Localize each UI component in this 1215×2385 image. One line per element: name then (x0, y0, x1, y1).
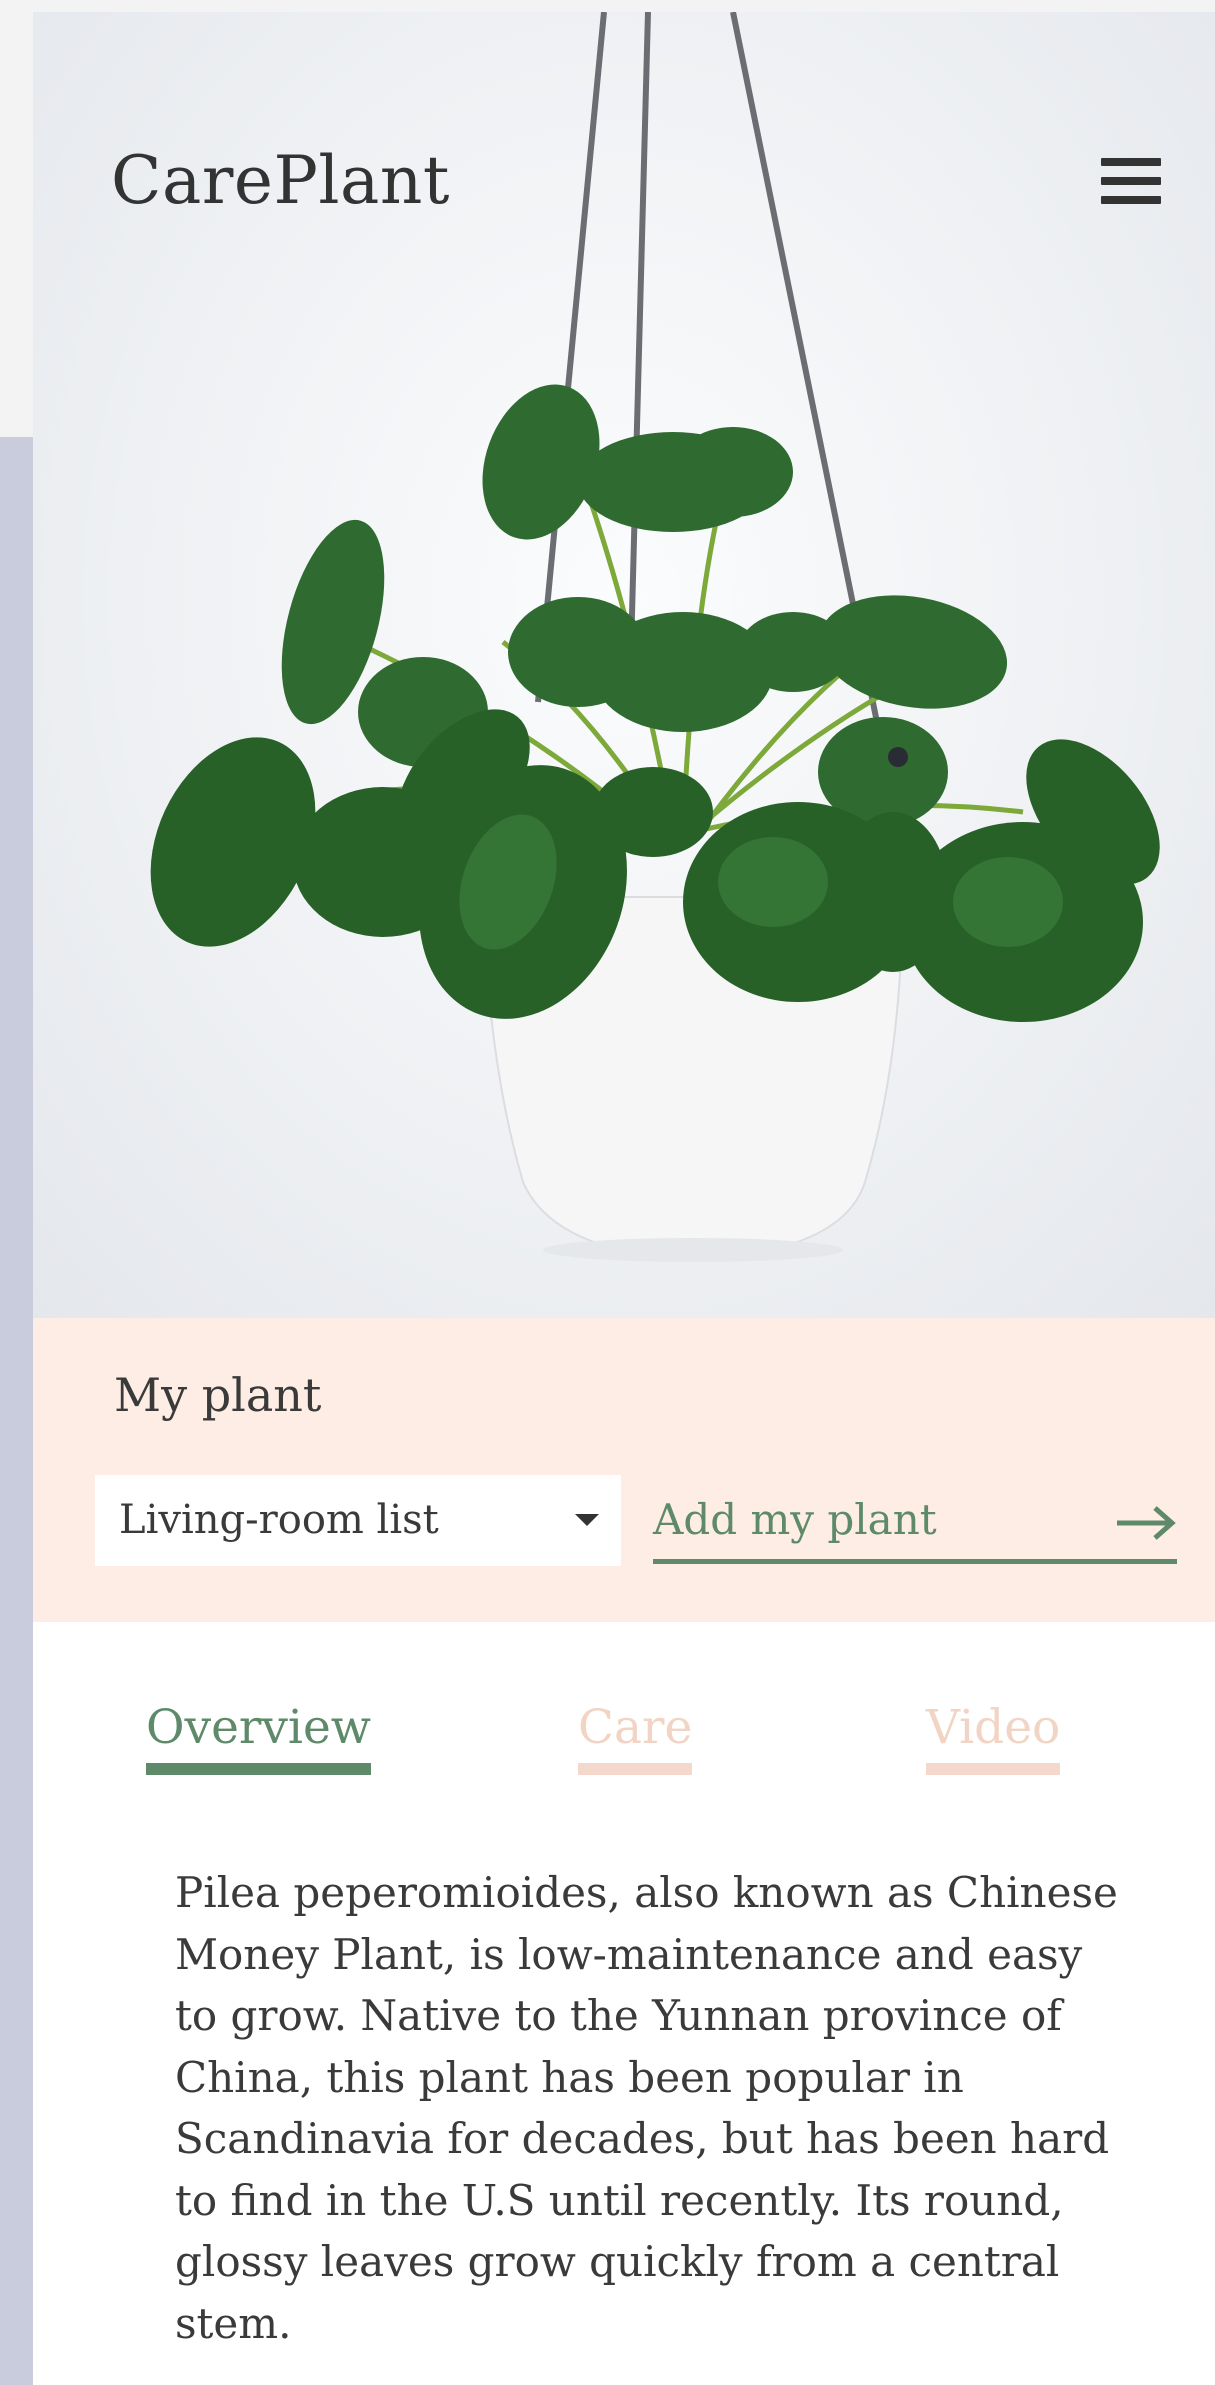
tab-video[interactable]: Video (926, 1700, 1061, 1775)
my-plant-section: My plant Living-room list Add my plant (33, 1318, 1215, 1622)
chevron-down-icon (575, 1514, 599, 1526)
add-my-plant-label: Add my plant (653, 1495, 937, 1544)
arrow-right-icon (1117, 1506, 1176, 1540)
add-my-plant-button[interactable]: Add my plant (653, 1475, 1177, 1564)
brand-logo: CarePlant (111, 142, 450, 219)
tab-bar: Overview Care Video (33, 1622, 1215, 1782)
hamburger-icon-bar (1101, 196, 1161, 204)
plant-list-select[interactable]: Living-room list (95, 1475, 621, 1566)
plant-list-select-value: Living-room list (119, 1497, 439, 1543)
tab-care[interactable]: Care (578, 1700, 693, 1775)
overview-description: Pilea peperomioides, also known as Chine… (175, 1868, 1118, 2348)
my-plant-title: My plant (114, 1368, 322, 1422)
hamburger-icon-bar (1101, 177, 1161, 185)
hamburger-menu-button[interactable] (1097, 158, 1165, 220)
plant-detail-card: CarePlant My plant Living-room list Add … (33, 12, 1215, 2385)
hamburger-icon (1101, 158, 1161, 166)
hero-image: CarePlant (33, 12, 1215, 1318)
tab-overview[interactable]: Overview (146, 1700, 371, 1775)
